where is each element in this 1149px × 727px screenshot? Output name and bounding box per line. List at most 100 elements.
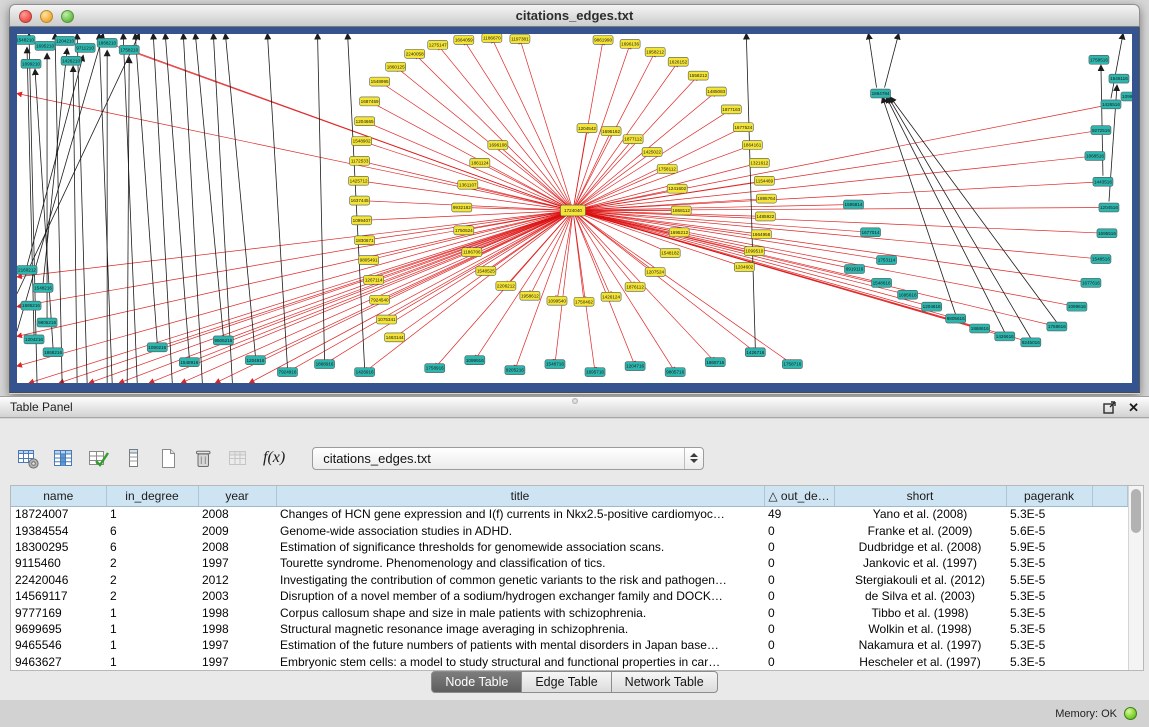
import-table-button[interactable] bbox=[226, 446, 250, 470]
graph-node[interactable]: 1485922 bbox=[755, 212, 775, 221]
graph-node[interactable]: 1758916 bbox=[425, 364, 445, 373]
table-settings-button[interactable] bbox=[16, 446, 40, 470]
graph-node[interactable]: 1877112 bbox=[623, 135, 643, 144]
edit-table-button[interactable] bbox=[86, 446, 110, 470]
graph-node[interactable]: 1548995 bbox=[370, 77, 390, 86]
column-header-short[interactable]: short bbox=[834, 486, 1006, 506]
graph-node[interactable]: 1758210 bbox=[119, 45, 139, 54]
table-scrollbar-thumb[interactable] bbox=[1131, 489, 1141, 533]
graph-node[interactable]: 1075341 bbox=[377, 315, 397, 324]
graph-node[interactable]: 1321612 bbox=[749, 158, 769, 167]
graph-node[interactable]: 1895764 bbox=[756, 194, 776, 203]
table-source-select[interactable]: citations_edges.txt bbox=[312, 447, 704, 470]
graph-node[interactable]: 9861990 bbox=[593, 35, 613, 44]
graph-node[interactable]: 1426124 bbox=[601, 292, 621, 301]
graph-node[interactable]: 1695516 bbox=[1097, 229, 1117, 238]
graph-node[interactable]: 1758616 bbox=[1047, 322, 1067, 331]
graph-node[interactable]: 1197381 bbox=[510, 34, 530, 43]
graph-node[interactable]: 9932182 bbox=[452, 203, 472, 212]
graph-node[interactable]: 1860125 bbox=[386, 62, 406, 71]
tab-network-table[interactable]: Network Table bbox=[612, 671, 718, 693]
graph-node[interactable]: 1548216 bbox=[33, 283, 53, 292]
graph-node[interactable]: 1548902 bbox=[352, 137, 372, 146]
graph-node[interactable]: 1677524 bbox=[733, 123, 753, 132]
graph-node[interactable]: 1548916 bbox=[179, 358, 199, 367]
function-builder-button[interactable]: f(x) bbox=[261, 449, 287, 467]
table-row[interactable]: 946362711997Embryonic stem cells: a mode… bbox=[11, 654, 1128, 670]
float-panel-icon[interactable] bbox=[1103, 401, 1116, 414]
graph-node[interactable]: 1750524 bbox=[454, 226, 474, 235]
graph-node[interactable]: 1548516 bbox=[1091, 255, 1111, 264]
graph-node[interactable]: 9245016 bbox=[1021, 338, 1041, 347]
graph-node[interactable]: 1204665 bbox=[355, 117, 375, 126]
table-row[interactable]: 969969511998Structural magnetic resonanc… bbox=[11, 621, 1128, 637]
graph-node[interactable]: 1548525 bbox=[476, 267, 496, 276]
graph-node[interactable]: 1868210 bbox=[97, 38, 117, 47]
graph-node[interactable]: 1958212 bbox=[645, 47, 665, 56]
column-header-year[interactable]: year bbox=[198, 486, 276, 506]
graph-node[interactable]: 1677616 bbox=[1081, 278, 1101, 287]
graph-node[interactable]: 1426716 bbox=[745, 348, 765, 357]
graph-node[interactable]: 1204616 bbox=[922, 302, 942, 311]
graph-node[interactable]: 1595814 bbox=[843, 200, 863, 209]
citation-network-graph[interactable]: 1687459120466515489021172533142571216374… bbox=[17, 34, 1132, 383]
column-header-pagerank[interactable]: pagerank bbox=[1006, 486, 1092, 506]
graph-node[interactable]: 1154469 bbox=[754, 176, 774, 185]
tab-node-table[interactable]: Node Table bbox=[431, 671, 522, 693]
table-scrollbar[interactable] bbox=[1128, 486, 1143, 670]
graph-node[interactable]: 1546116 bbox=[1109, 74, 1129, 83]
graph-node[interactable]: 1695616 bbox=[898, 290, 918, 299]
graph-node[interactable]: 2240058 bbox=[405, 49, 425, 58]
graph-node[interactable]: 1695216 bbox=[21, 301, 41, 310]
graph-node[interactable]: 9805491 bbox=[359, 256, 379, 265]
graph-node[interactable]: 2206212 bbox=[496, 281, 516, 290]
table-row[interactable]: 2242004622012Investigating the contribut… bbox=[11, 572, 1128, 588]
graph-node[interactable]: 1687459 bbox=[360, 97, 380, 106]
graph-node[interactable]: 1099516 bbox=[1121, 92, 1132, 101]
window-titlebar[interactable]: citations_edges.txt bbox=[9, 4, 1140, 27]
table-row[interactable]: 1872400712008Changes of HCN gene express… bbox=[11, 506, 1128, 522]
graph-node[interactable]: 1186706 bbox=[462, 248, 482, 257]
graph-node[interactable]: 1758516 bbox=[1089, 55, 1109, 64]
graph-node[interactable]: 1695162 bbox=[601, 127, 621, 136]
column-button[interactable] bbox=[121, 446, 145, 470]
graph-node[interactable]: 1877163 bbox=[721, 105, 741, 114]
graph-node[interactable]: 9805216 bbox=[37, 318, 57, 327]
table-row[interactable]: 977716911998Corpus callosum shape and si… bbox=[11, 604, 1128, 620]
graph-node[interactable]: 1426210 bbox=[61, 56, 81, 65]
graph-node[interactable]: 1664059 bbox=[454, 35, 474, 44]
graph-node[interactable]: 1099616 bbox=[1067, 302, 1087, 311]
graph-node[interactable]: 1204716 bbox=[625, 362, 645, 371]
close-panel-icon[interactable]: ✕ bbox=[1128, 401, 1139, 414]
graph-node[interactable]: 1868916 bbox=[315, 360, 335, 369]
graph-node[interactable]: 7924540 bbox=[370, 295, 390, 304]
table-row[interactable]: 1456911722003Disruption of a novel membe… bbox=[11, 588, 1128, 604]
graph-node[interactable]: 1425712 bbox=[349, 176, 369, 185]
column-visibility-button[interactable] bbox=[51, 446, 75, 470]
graph-node[interactable]: 2160212 bbox=[17, 266, 37, 275]
graph-node[interactable]: 1758716 bbox=[782, 360, 802, 369]
graph-node[interactable]: 1443516 bbox=[1093, 177, 1113, 186]
graph-node[interactable]: 1204916 bbox=[245, 356, 265, 365]
graph-node[interactable]: 1868516 bbox=[1085, 151, 1105, 160]
graph-node[interactable]: 1637445 bbox=[350, 196, 370, 205]
graph-node[interactable]: 1204210 bbox=[55, 36, 75, 45]
graph-node[interactable]: 1099916 bbox=[465, 356, 485, 365]
graph-node[interactable]: 1876112 bbox=[625, 282, 645, 291]
graph-node[interactable]: 1204602 bbox=[734, 263, 754, 272]
graph-node[interactable]: 1861124 bbox=[470, 158, 490, 167]
table-row[interactable]: 911546021997Tourette syndrome. Phenomeno… bbox=[11, 555, 1128, 571]
graph-node[interactable]: 9711210 bbox=[75, 43, 95, 52]
column-header-in_degree[interactable]: in_degree bbox=[106, 486, 198, 506]
graph-node[interactable]: 1241602 bbox=[667, 184, 687, 193]
graph-node[interactable]: 1485083 bbox=[706, 87, 726, 96]
graph-node[interactable]: 1207524 bbox=[645, 267, 665, 276]
table-row[interactable]: 946554611997Estimation of the future num… bbox=[11, 637, 1128, 653]
graph-node[interactable]: 1830671 bbox=[355, 236, 375, 245]
new-table-button[interactable] bbox=[156, 446, 180, 470]
graph-node[interactable]: 1090216 bbox=[147, 343, 167, 352]
graph-node[interactable]: 1548616 bbox=[872, 278, 892, 287]
graph-node[interactable]: 1426616 bbox=[995, 332, 1015, 341]
graph-node[interactable]: 1548210 bbox=[17, 35, 35, 44]
memory-status-indicator[interactable] bbox=[1124, 707, 1137, 720]
